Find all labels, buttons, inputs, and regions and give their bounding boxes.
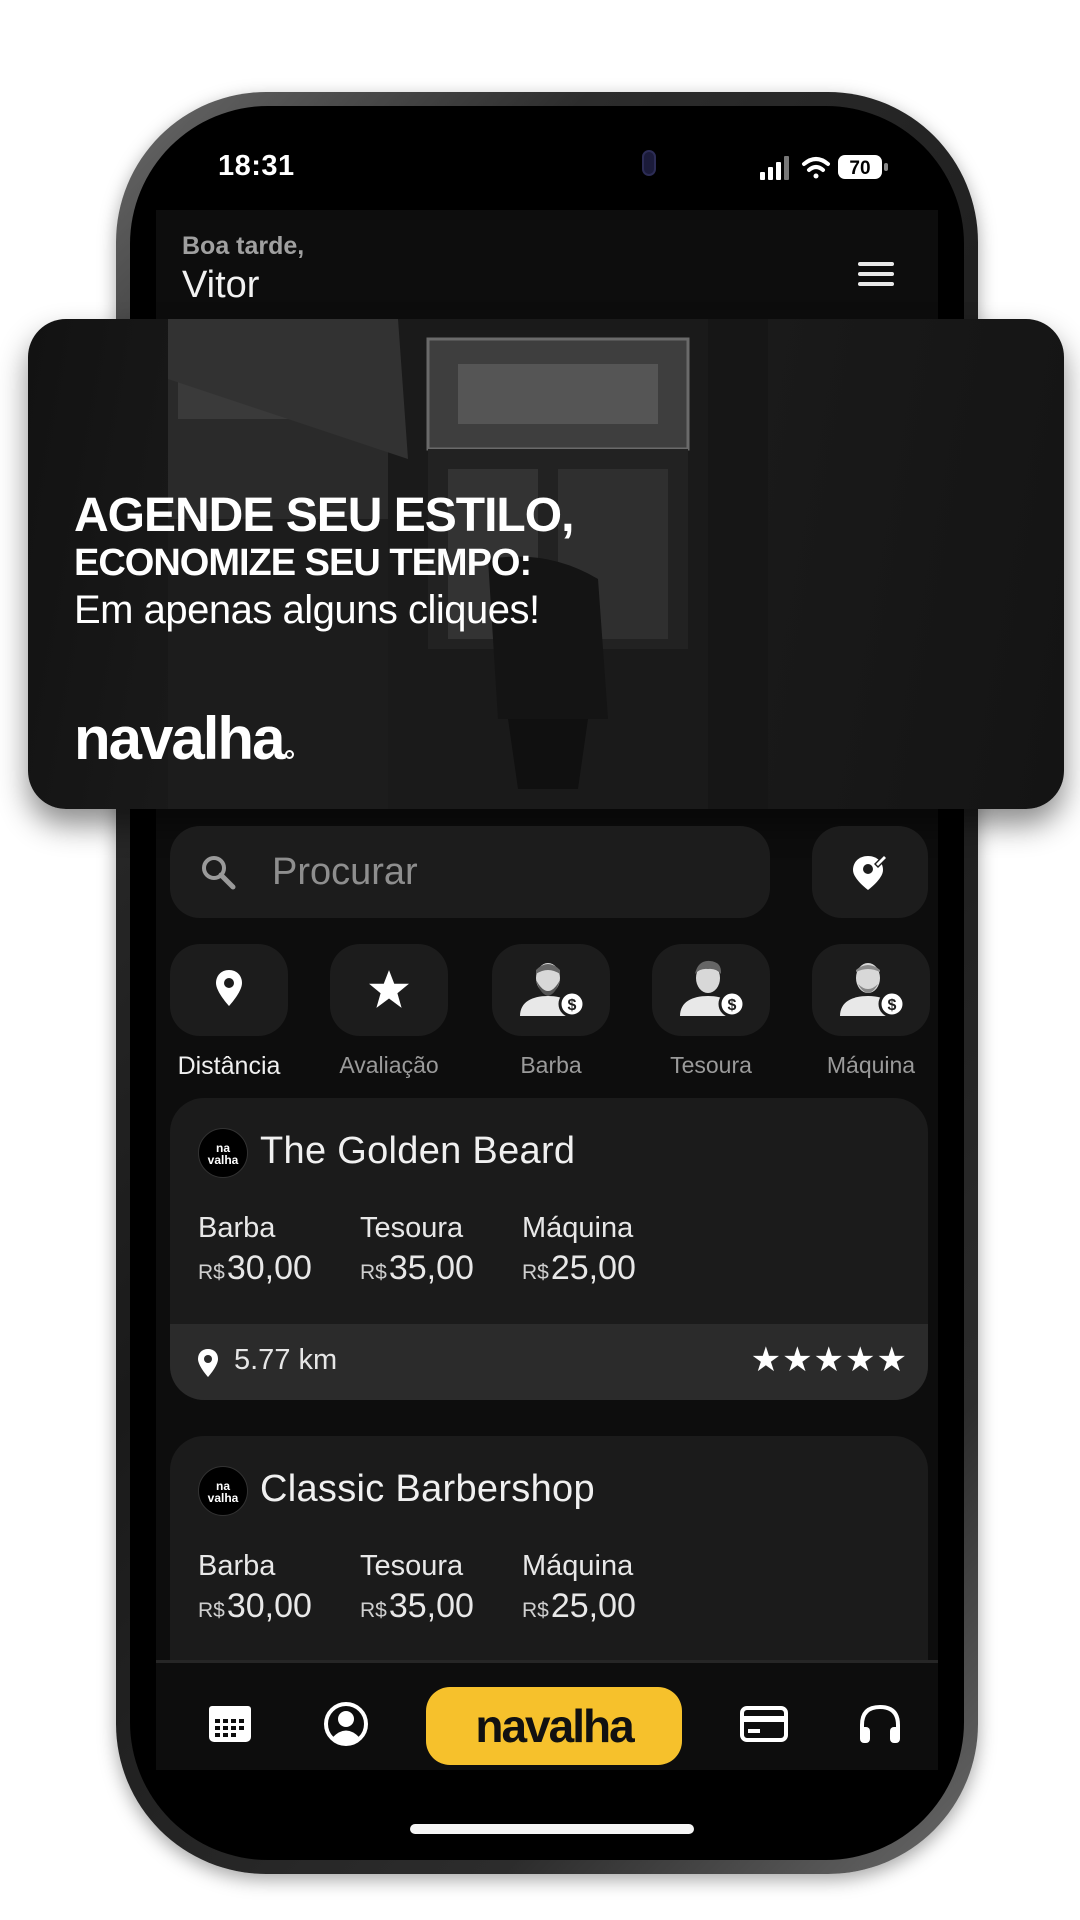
svg-text:$: $	[888, 997, 897, 1014]
navalha-home-button[interactable]: navalha	[426, 1687, 682, 1765]
filter-rating[interactable]: Avaliação	[330, 944, 448, 1079]
filter-clipper[interactable]: $ Máquina	[812, 944, 930, 1079]
currency: R$	[198, 1599, 225, 1622]
price-item: Barba R$30,00	[198, 1550, 312, 1626]
price-value: 30,00	[226, 1587, 312, 1625]
svg-text:$: $	[568, 997, 577, 1014]
service-name: Máquina	[522, 1212, 634, 1244]
hero-tagline: Em apenas alguns cliques!	[74, 588, 540, 632]
service-name: Barba	[198, 1550, 276, 1582]
distance-text: 5.77 km	[234, 1344, 338, 1376]
currency: R$	[198, 1261, 225, 1284]
hero-logo-text: navalha	[74, 705, 285, 772]
headset-icon[interactable]	[856, 1701, 904, 1747]
bottom-nav: navalha	[156, 1660, 938, 1770]
nav-center-label: navalha	[475, 1700, 634, 1752]
man-clipper-price-icon: $	[840, 963, 906, 1018]
filter-scissors[interactable]: $ Tesoura	[652, 944, 770, 1079]
currency: R$	[360, 1599, 387, 1622]
barbershop-avatar: na valha	[198, 1128, 248, 1178]
home-indicator[interactable]	[410, 1824, 694, 1834]
signal-icon	[760, 156, 789, 180]
barbershop-avatar: na valha	[198, 1466, 248, 1516]
card-footer: 5.77 km ★★★★★	[170, 1324, 928, 1400]
rating-stars: ★★★★★	[750, 1341, 908, 1379]
filter-label: Tesoura	[670, 1052, 752, 1078]
location-button[interactable]	[812, 826, 928, 918]
price-item: Tesoura R$35,00	[360, 1550, 474, 1626]
search-icon	[202, 856, 236, 890]
service-name: Tesoura	[360, 1550, 464, 1582]
greeting-text: Boa tarde,	[182, 232, 305, 260]
filter-distance[interactable]: Distância	[170, 944, 288, 1081]
service-name: Tesoura	[360, 1212, 464, 1244]
bearded-man-price-icon: $	[520, 963, 586, 1018]
barbershop-name: Classic Barbershop	[260, 1468, 595, 1510]
wifi-icon	[802, 157, 830, 179]
search-placeholder: Procurar	[272, 851, 418, 893]
price-value: 25,00	[550, 1249, 636, 1287]
barbershop-card[interactable]: na valha Classic Barbershop Barba R$30,00…	[170, 1436, 928, 1660]
price-value: 35,00	[388, 1587, 474, 1625]
service-name: Máquina	[522, 1550, 634, 1582]
star-icon	[369, 970, 409, 1008]
currency: R$	[522, 1261, 549, 1284]
man-haircut-price-icon: $	[680, 960, 746, 1018]
camera-indicator	[642, 150, 656, 176]
menu-icon[interactable]	[858, 258, 898, 290]
price-value: 25,00	[550, 1587, 636, 1625]
price-value: 35,00	[388, 1249, 474, 1287]
hero-subheadline: ECONOMIZE SEU TEMPO:	[74, 542, 532, 584]
hero-headline: AGENDE SEU ESTILO,	[74, 489, 574, 542]
user-name: Vitor	[182, 264, 260, 306]
price-item: Tesoura R$35,00	[360, 1212, 474, 1288]
battery-icon: 70	[838, 155, 888, 179]
barbershop-name: The Golden Beard	[260, 1130, 576, 1172]
price-item: Máquina R$25,00	[522, 1550, 636, 1626]
location-edit-icon	[853, 854, 888, 890]
filter-label: Máquina	[826, 1052, 916, 1078]
profile-icon[interactable]	[322, 1701, 370, 1747]
location-pin-icon	[198, 1349, 218, 1377]
price-item: Máquina R$25,00	[522, 1212, 636, 1288]
service-name: Barba	[198, 1212, 276, 1244]
location-pin-icon	[216, 970, 242, 1006]
svg-text:70: 70	[849, 158, 870, 179]
calendar-icon[interactable]	[206, 1701, 254, 1747]
filter-label: Barba	[520, 1052, 582, 1078]
barbershop-card[interactable]: na valha The Golden Beard Barba R$30,00 T…	[170, 1098, 928, 1400]
status-time: 18:31	[218, 150, 295, 182]
card-icon[interactable]	[740, 1701, 788, 1747]
hero-logo: navalha	[74, 704, 295, 773]
svg-text:$: $	[728, 997, 737, 1014]
filter-label: Avaliação	[339, 1052, 439, 1078]
currency: R$	[522, 1599, 549, 1622]
price-item: Barba R$30,00	[198, 1212, 312, 1288]
filter-label: Distância	[177, 1052, 281, 1080]
search-input[interactable]: Procurar	[170, 826, 770, 918]
currency: R$	[360, 1261, 387, 1284]
filter-beard[interactable]: $ Barba	[492, 944, 610, 1079]
status-icons: 70	[760, 155, 888, 180]
price-value: 30,00	[226, 1249, 312, 1287]
